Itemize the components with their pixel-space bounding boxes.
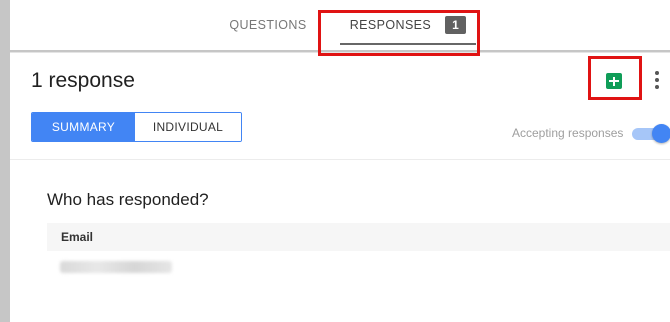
section-title: Who has responded? [47, 190, 209, 209]
view-toggle: SUMMARY INDIVIDUAL [31, 112, 242, 142]
blurred-email-value [60, 261, 172, 273]
toggle-knob[interactable] [652, 124, 670, 143]
table-header: Email [47, 223, 670, 251]
highlight-box-sheets-icon [588, 56, 642, 100]
page-title: 1 response [31, 69, 135, 92]
divider [10, 159, 670, 160]
highlight-box-responses-tab [318, 10, 480, 56]
individual-button[interactable]: INDIVIDUAL [135, 113, 241, 141]
responses-panel: 1 response SUMMARY INDIVIDUAL Accepting … [10, 52, 670, 322]
email-column-header: Email [61, 230, 94, 244]
summary-button[interactable]: SUMMARY [32, 113, 135, 141]
accepting-responses-label: Accepting responses [512, 126, 624, 140]
tab-questions[interactable]: QUESTIONS [228, 0, 308, 50]
tab-questions-label: QUESTIONS [229, 18, 307, 32]
more-vert-icon[interactable] [650, 71, 664, 89]
